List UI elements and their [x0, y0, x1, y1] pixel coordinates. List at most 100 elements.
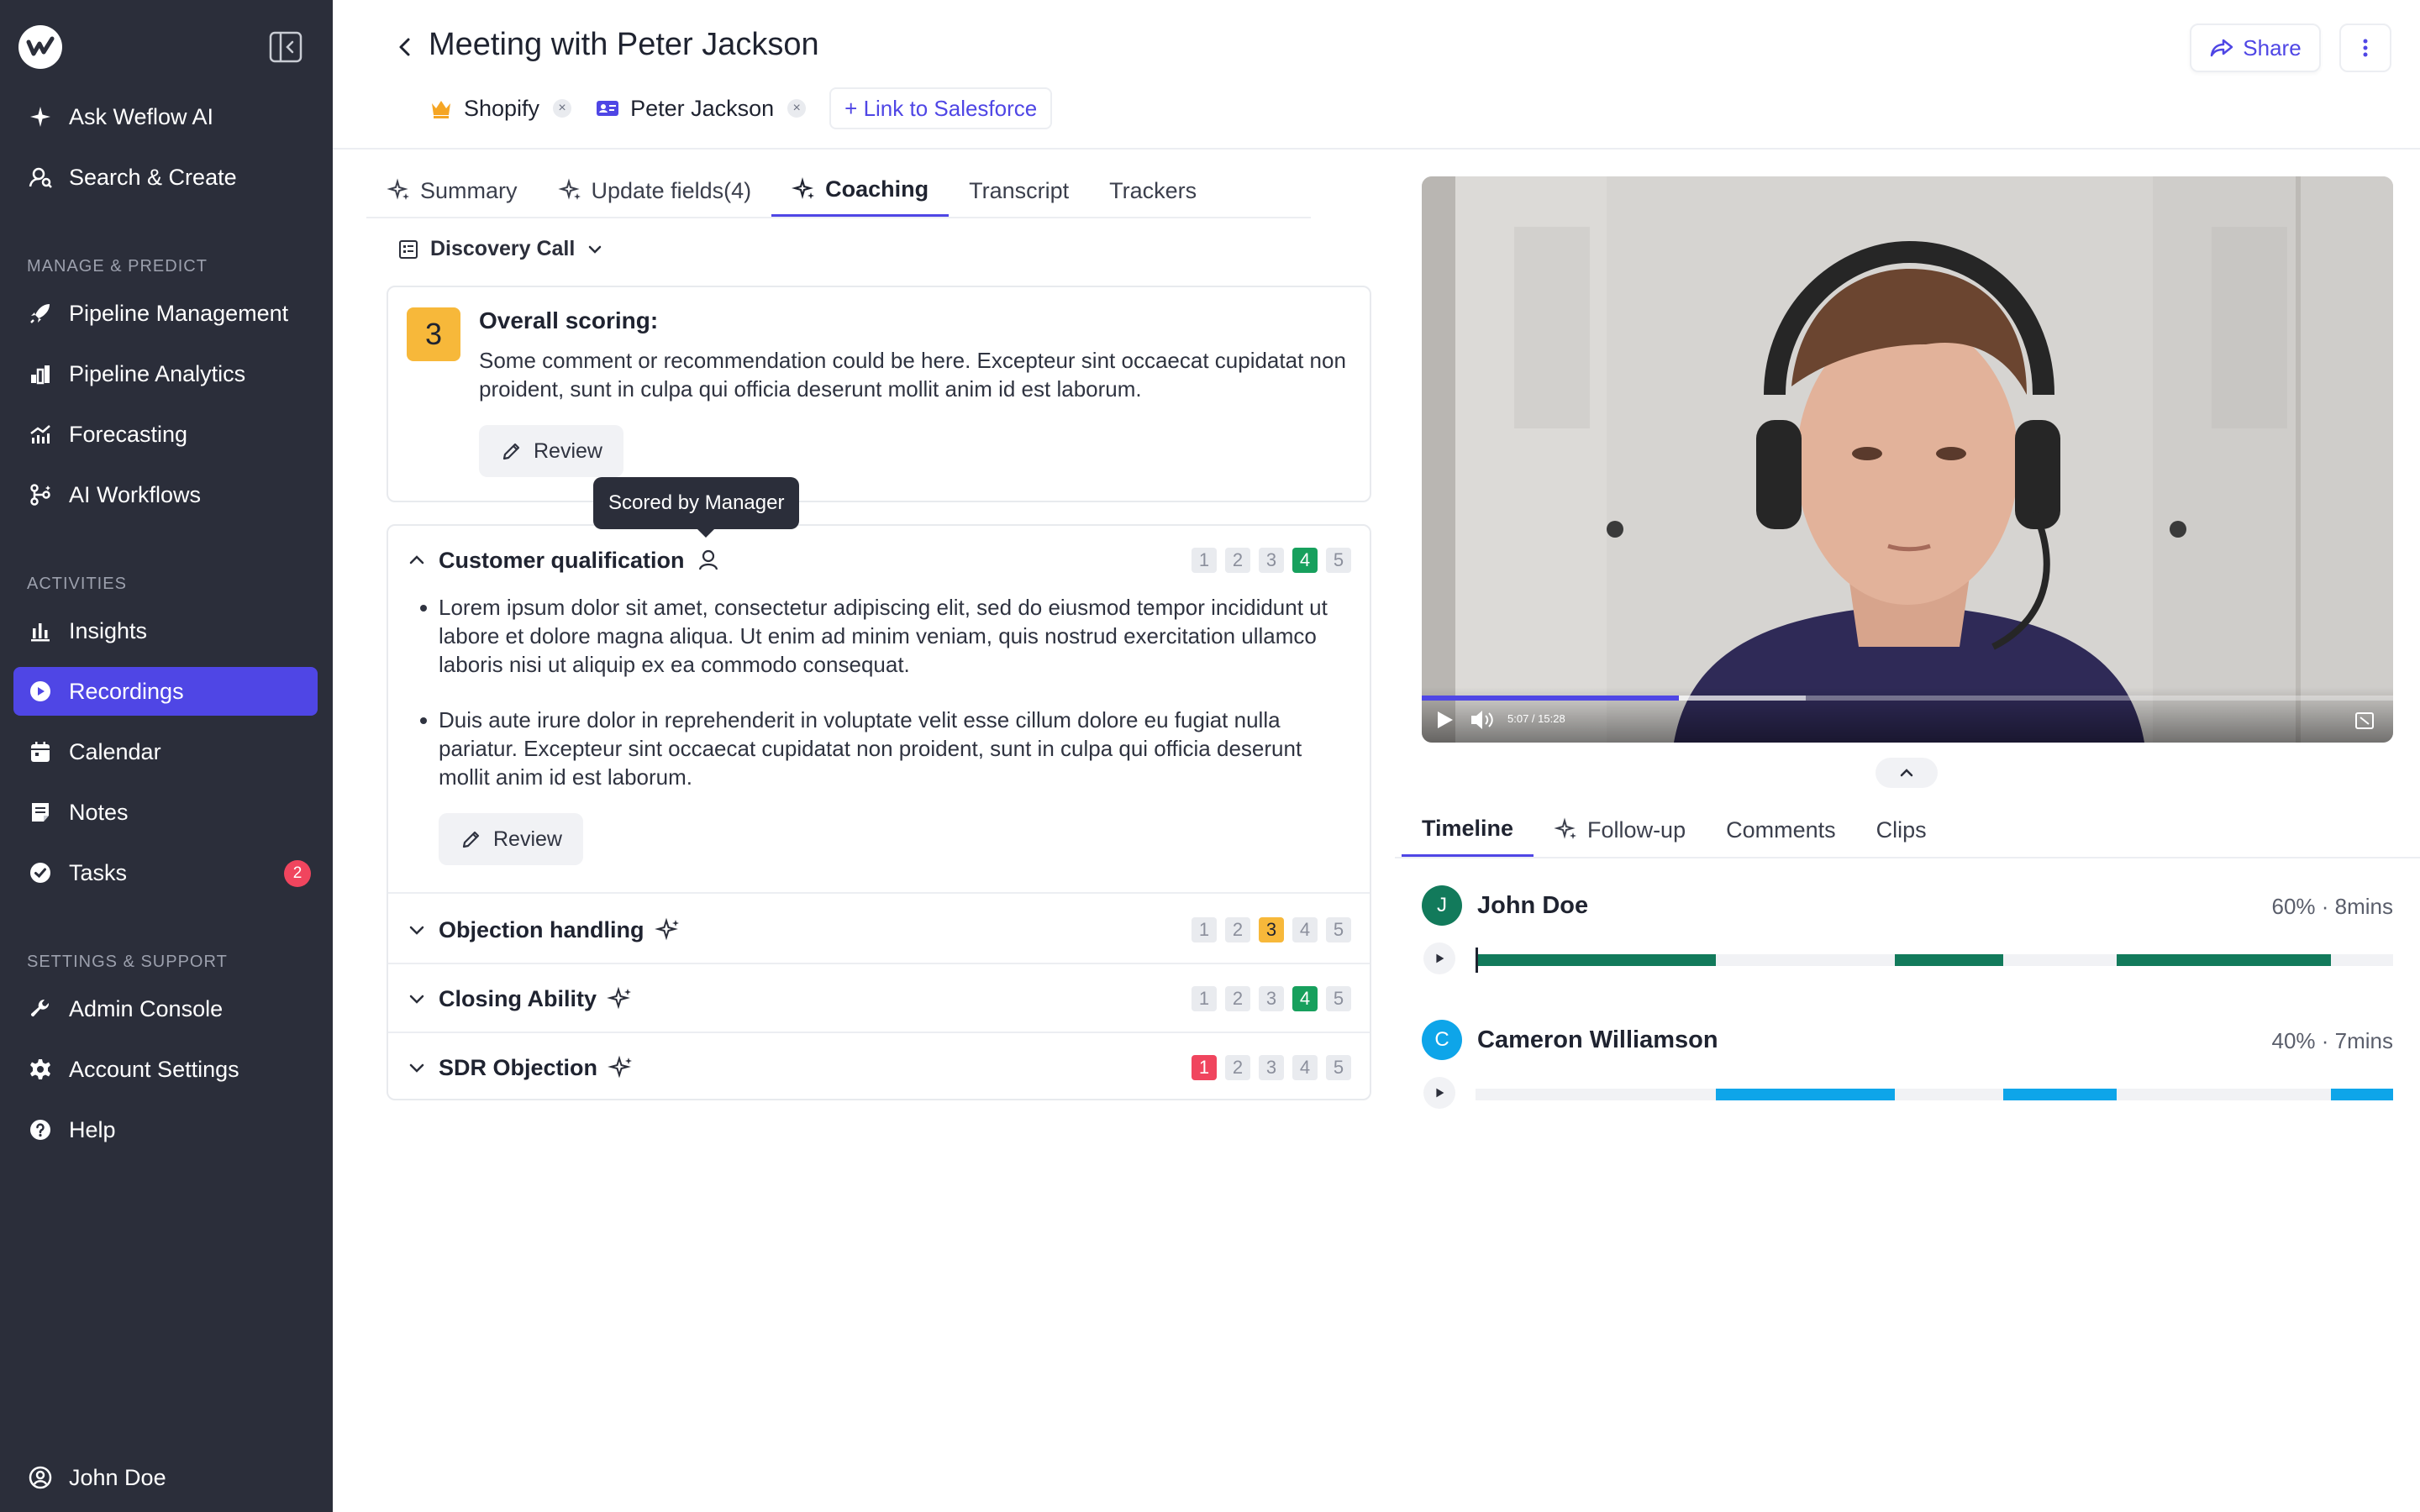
speaker-play-button[interactable] — [1423, 942, 1455, 974]
speaker-segment[interactable] — [1716, 1089, 1896, 1100]
score-option[interactable]: 1 — [1192, 986, 1217, 1011]
sidebar-item-recordings[interactable]: Recordings — [13, 667, 318, 716]
sidebar-item-tasks[interactable]: Tasks 2 — [13, 848, 318, 897]
sidebar-item-ai-workflows[interactable]: AI Workflows — [13, 470, 318, 519]
sidebar-item-search-create[interactable]: Search & Create — [13, 153, 318, 202]
page-title: Meeting with Peter Jackson — [429, 27, 819, 62]
back-chevron-icon[interactable] — [393, 32, 417, 62]
sidebar-item-ask-weflow-ai[interactable]: Ask Weflow AI — [13, 92, 318, 141]
chevron-down-icon[interactable] — [407, 920, 427, 940]
criterion-review-button[interactable]: Review — [439, 813, 583, 865]
speaker-stats: 40% · 7mins — [2271, 1028, 2394, 1053]
sidebar-item-pipeline-management[interactable]: Pipeline Management — [13, 289, 318, 338]
chevron-down-icon — [589, 245, 602, 254]
criterion-sdr-objection[interactable]: SDR Objection 1 2 3 4 5 — [388, 1033, 1370, 1102]
score-option-selected[interactable]: 1 — [1192, 1055, 1217, 1080]
analytics-icon — [27, 360, 54, 387]
remove-company-icon[interactable]: × — [553, 99, 572, 118]
speaker-segment[interactable] — [1895, 954, 2003, 966]
sidebar-item-label: Pipeline Analytics — [69, 360, 246, 386]
more-options-icon[interactable] — [2339, 24, 2391, 72]
criterion-closing-ability[interactable]: Closing Ability 1 2 3 4 5 — [388, 964, 1370, 1033]
score-option-selected[interactable]: 3 — [1259, 917, 1284, 942]
score-option[interactable]: 5 — [1326, 986, 1351, 1011]
sidebar-item-help[interactable]: Help — [13, 1105, 318, 1154]
sidebar-item-pipeline-analytics[interactable]: Pipeline Analytics — [13, 349, 318, 398]
score-option[interactable]: 2 — [1225, 1055, 1250, 1080]
tab-label: Comments — [1726, 816, 1836, 843]
sidebar-item-calendar[interactable]: Calendar — [13, 727, 318, 776]
score-option[interactable]: 3 — [1259, 1055, 1284, 1080]
sidebar-item-notes[interactable]: Notes — [13, 788, 318, 837]
score-option[interactable]: 2 — [1225, 917, 1250, 942]
remove-contact-icon[interactable]: × — [787, 99, 807, 118]
criterion-title: Closing Ability — [439, 985, 597, 1011]
overall-review-button[interactable]: Review — [479, 425, 623, 477]
speaker-play-button[interactable] — [1423, 1077, 1455, 1109]
collapse-sidebar-icon[interactable] — [267, 29, 304, 66]
chevron-up-icon[interactable] — [407, 550, 427, 570]
score-option-selected[interactable]: 4 — [1292, 986, 1318, 1011]
score-option[interactable]: 3 — [1259, 986, 1284, 1011]
speaker-segment[interactable] — [2002, 1089, 2118, 1100]
company-chip[interactable]: Shopify × — [429, 87, 572, 129]
playhead[interactable] — [1476, 948, 1478, 973]
score-option[interactable]: 1 — [1192, 548, 1217, 573]
sidebar-user-john-doe[interactable]: John Doe — [13, 1453, 318, 1502]
tab-follow-up[interactable]: Follow-up — [1534, 803, 1706, 857]
chevron-down-icon[interactable] — [407, 1058, 427, 1078]
video-progress-fill — [1422, 696, 1680, 701]
score-option[interactable]: 5 — [1326, 917, 1351, 942]
speaker-segment[interactable] — [2117, 954, 2331, 966]
tab-transcript[interactable]: Transcript — [949, 165, 1089, 217]
score-option-selected[interactable]: 4 — [1292, 548, 1318, 573]
tab-label: Timeline — [1422, 816, 1514, 841]
tab-update-fields[interactable]: Update fields(4) — [538, 165, 772, 217]
tab-summary[interactable]: Summary — [366, 165, 538, 217]
overall-scoring-heading: Overall scoring: — [479, 307, 659, 333]
sidebar-item-insights[interactable]: Insights — [13, 606, 318, 655]
tab-clips[interactable]: Clips — [1856, 803, 1947, 857]
tab-comments[interactable]: Comments — [1706, 803, 1856, 857]
volume-icon[interactable] — [1469, 707, 1496, 732]
score-option[interactable]: 4 — [1292, 917, 1318, 942]
sidebar-item-admin-console[interactable]: Admin Console — [13, 984, 318, 1033]
criterion-customer-qualification[interactable]: Customer qualification 1 2 3 4 5 — [388, 526, 1370, 595]
tab-timeline[interactable]: Timeline — [1402, 803, 1534, 857]
speaker-timeline-track[interactable] — [1476, 1089, 2393, 1100]
score-option[interactable]: 5 — [1326, 548, 1351, 573]
tab-trackers[interactable]: Trackers — [1089, 165, 1217, 217]
score-option[interactable]: 4 — [1292, 1055, 1318, 1080]
speaker-segment[interactable] — [1476, 954, 1717, 966]
play-icon[interactable] — [1434, 709, 1455, 731]
speaker-segment[interactable] — [2330, 1089, 2393, 1100]
chevron-down-icon[interactable] — [407, 989, 427, 1009]
tab-coaching[interactable]: Coaching — [771, 165, 950, 217]
score-option[interactable]: 1 — [1192, 917, 1217, 942]
collapse-video-button[interactable] — [1876, 758, 1938, 788]
link-to-salesforce-button[interactable]: + Link to Salesforce — [829, 87, 1053, 129]
sidebar-item-forecasting[interactable]: Forecasting — [13, 410, 318, 459]
contact-chip[interactable]: Peter Jackson × — [595, 87, 807, 129]
score-option[interactable]: 2 — [1225, 548, 1250, 573]
criterion-objection-handling[interactable]: Objection handling 1 2 3 4 5 — [388, 895, 1370, 964]
weflow-logo-icon[interactable] — [18, 25, 62, 69]
fullscreen-icon[interactable] — [2353, 709, 2376, 732]
sidebar-item-label: Calendar — [69, 738, 161, 764]
scorecard-select[interactable]: Discovery Call — [397, 237, 607, 261]
check-circle-icon — [27, 859, 54, 886]
manager-user-icon[interactable] — [695, 547, 722, 574]
score-option[interactable]: 5 — [1326, 1055, 1351, 1080]
score-option[interactable]: 3 — [1259, 548, 1284, 573]
share-button[interactable]: Share — [2190, 24, 2321, 72]
speaker-timeline-track[interactable] — [1476, 948, 2393, 973]
score-option[interactable]: 2 — [1225, 986, 1250, 1011]
video-player[interactable]: 5:07 / 15:28 — [1422, 176, 2393, 743]
pencil-icon — [462, 831, 480, 848]
video-progress-bar[interactable] — [1422, 696, 2393, 701]
share-button-label: Share — [2243, 34, 2302, 60]
tab-label: Trackers — [1109, 177, 1197, 203]
sidebar-item-label: Forecasting — [69, 421, 188, 447]
sidebar-item-account-settings[interactable]: Account Settings — [13, 1045, 318, 1094]
sidebar-item-label: Recordings — [69, 678, 184, 704]
